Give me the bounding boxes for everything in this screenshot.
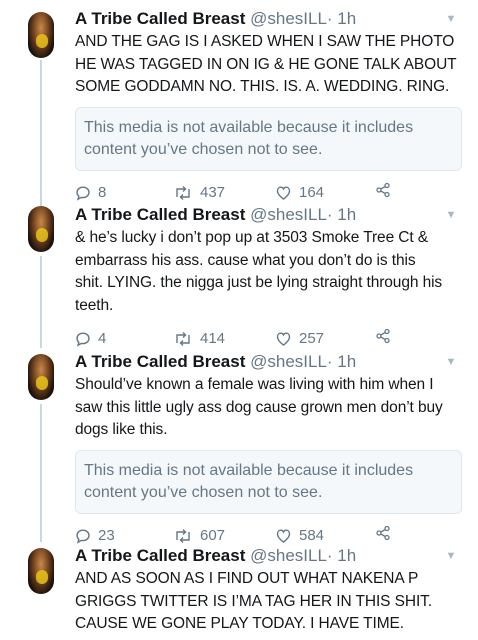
tweet-text-line: & he’s lucky i don’t pop up at 3503 Smok… (75, 229, 429, 246)
thread-line (40, 60, 42, 208)
timestamp[interactable]: · 1h (327, 352, 356, 371)
retweet-icon (176, 185, 190, 200)
thread-line (40, 404, 42, 542)
tweet-text-line: HE WAS TAGGED IN ON IG & HE GONE TALK AB… (75, 55, 457, 73)
display-name[interactable]: A Tribe Called Breast (75, 9, 245, 28)
tweet-text-line: teeth. (75, 296, 114, 314)
tweet-actions: 4 414 257 (75, 328, 458, 350)
username[interactable]: @shesILL (250, 205, 327, 224)
reply-icon (76, 332, 90, 347)
share-icon (376, 525, 390, 540)
sensitive-media-notice[interactable]: This media is not available because it i… (75, 449, 462, 514)
retweet-button[interactable]: 437 (173, 182, 225, 204)
display-name[interactable]: A Tribe Called Breast (75, 205, 245, 224)
tweet-actions: 23 607 584 (75, 525, 458, 547)
display-name[interactable]: A Tribe Called Breast (75, 546, 245, 565)
tweet-text-line: Should’ve known a female was living with… (75, 376, 434, 393)
heart-icon (276, 528, 291, 543)
avatar[interactable] (28, 548, 54, 594)
thread-line (40, 256, 42, 348)
media-notice-line: This media is not available because it i… (84, 118, 414, 136)
tweet-text-line: dogs like this. (75, 421, 168, 438)
tweet-text-line: saw this little ugly ass dog cause grown… (75, 398, 443, 416)
like-count: 257 (299, 330, 325, 347)
like-count: 164 (299, 183, 325, 201)
reply-button[interactable]: 4 (75, 328, 106, 350)
tweet-text-line: GRIGGS TWITTER IS I’MA TAG HER IN THIS S… (75, 592, 433, 610)
retweet-icon (176, 528, 190, 543)
share-icon (376, 328, 390, 344)
tweet-text-line: CAUSE WE GONE PLAY TODAY. I HAVE TIME. (75, 615, 404, 632)
timestamp[interactable]: · 1h (327, 546, 356, 565)
chevron-down-icon[interactable]: ▼ (444, 208, 458, 222)
reply-icon (76, 185, 90, 201)
heart-icon (276, 185, 291, 200)
chevron-down-icon[interactable]: ▼ (444, 12, 458, 26)
username[interactable]: @shesILL (250, 9, 327, 28)
tweet-text-line: SOME GODDAMN NO. THIS. IS. A. WEDDING. R… (75, 78, 450, 95)
avatar[interactable] (28, 206, 54, 252)
username[interactable]: @shesILL (250, 546, 327, 565)
timestamp[interactable]: · 1h (327, 9, 356, 28)
tweet-text-line: AND THE GAG IS I ASKED WHEN I SAW THE PH… (75, 33, 455, 50)
chevron-down-icon[interactable]: ▼ (444, 549, 458, 563)
retweet-count: 607 (200, 526, 226, 544)
share-button[interactable] (375, 328, 398, 344)
tweet-header: A Tribe Called Breast @shesILL· 1h (75, 351, 458, 373)
reply-count: 8 (98, 183, 107, 201)
reply-icon (76, 528, 90, 544)
reply-count: 23 (98, 526, 115, 544)
tweet-text-line: AND AS SOON AS I FIND OUT WHAT NAKENA P (75, 570, 419, 587)
share-icon (376, 182, 390, 197)
retweet-button[interactable]: 414 (173, 328, 225, 350)
tweet-actions: 8 437 164 (75, 182, 458, 204)
tweet-text: AND THE GAG IS I ASKED WHEN I SAW THE PH… (75, 31, 458, 99)
like-button[interactable]: 584 (275, 525, 324, 547)
tweet-text: Should’ve known a female was living with… (75, 374, 458, 442)
like-count: 584 (299, 526, 325, 544)
tweet-text: & he’s lucky i don’t pop up at 3503 Smok… (75, 227, 458, 317)
username[interactable]: @shesILL (250, 352, 327, 371)
reply-count: 4 (98, 330, 107, 347)
like-button[interactable]: 257 (275, 328, 324, 350)
tweet-header: A Tribe Called Breast @shesILL· 1h (75, 204, 458, 226)
tweet-text-line: shit. LYING. the nigga just be lying str… (75, 274, 443, 291)
tweet-text: AND AS SOON AS I FIND OUT WHAT NAKENA P … (75, 568, 458, 636)
share-button[interactable] (375, 525, 398, 541)
reply-button[interactable]: 8 (75, 182, 106, 204)
timestamp[interactable]: · 1h (327, 205, 356, 224)
media-notice-line: content you’ve chosen not to see. (84, 140, 323, 158)
media-notice-line: content you’ve chosen not to see. (84, 483, 323, 501)
retweet-button[interactable]: 607 (173, 525, 225, 547)
media-notice-line: This media is not available because it i… (84, 461, 414, 479)
share-button[interactable] (375, 182, 398, 198)
sensitive-media-notice[interactable]: This media is not available because it i… (75, 106, 462, 171)
retweet-icon (176, 332, 190, 346)
tweet-text-line: embarrass his ass. cause what you don’t … (75, 251, 416, 269)
avatar[interactable] (28, 354, 54, 400)
like-button[interactable]: 164 (275, 182, 324, 204)
tweet-header: A Tribe Called Breast @shesILL· 1h (75, 545, 458, 567)
tweet-header: A Tribe Called Breast @shesILL· 1h (75, 8, 458, 30)
retweet-count: 437 (200, 183, 226, 201)
chevron-down-icon[interactable]: ▼ (444, 355, 458, 369)
reply-button[interactable]: 23 (75, 525, 115, 547)
avatar[interactable] (28, 12, 54, 58)
display-name[interactable]: A Tribe Called Breast (75, 352, 245, 371)
heart-icon (276, 332, 291, 346)
retweet-count: 414 (200, 330, 226, 347)
